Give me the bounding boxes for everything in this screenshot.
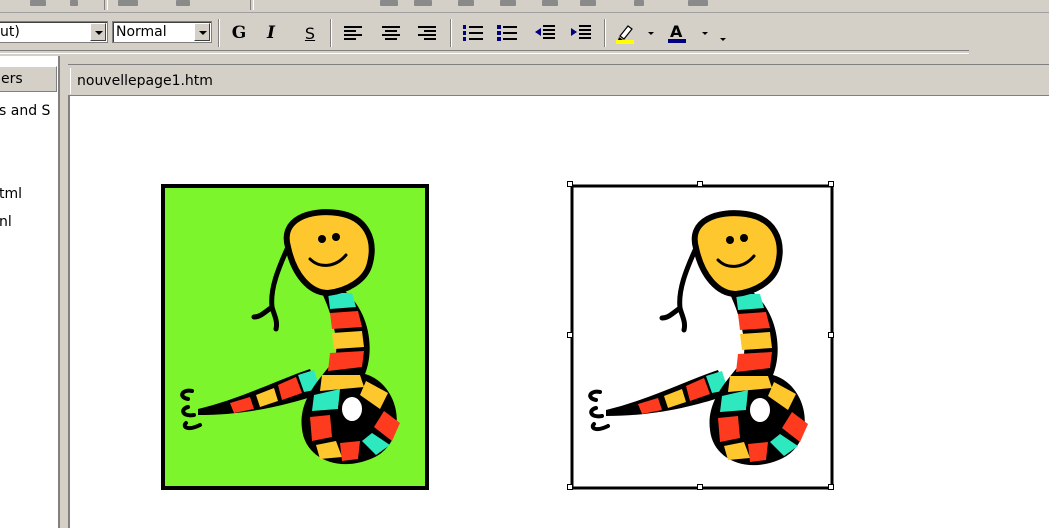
resize-handle[interactable]: [828, 484, 834, 490]
toolbar-icon[interactable]: [542, 0, 558, 6]
chevron-down-icon[interactable]: [702, 32, 708, 35]
resize-handle[interactable]: [697, 484, 703, 490]
standard-toolbar: [0, 0, 1049, 13]
align-center-icon: [382, 26, 400, 40]
style-select-value: Normal: [116, 24, 167, 40]
align-left-button[interactable]: [340, 20, 366, 46]
align-right-button[interactable]: [414, 20, 440, 46]
highlighter-icon: [616, 25, 634, 44]
chevron-down-icon[interactable]: [194, 23, 210, 41]
toolbar-icon[interactable]: [458, 0, 474, 6]
folder-list-panel: ers s and S tml nl: [0, 56, 60, 528]
align-right-icon: [418, 26, 436, 40]
decrease-indent-icon: [535, 25, 555, 39]
toolbar-icon[interactable]: [500, 0, 516, 6]
toolbar-icon[interactable]: [118, 0, 138, 6]
align-left-icon: [344, 26, 362, 40]
decrease-indent-button[interactable]: [532, 20, 558, 46]
toolbar-icon[interactable]: [30, 0, 46, 6]
resize-handle[interactable]: [828, 181, 834, 187]
resize-handle[interactable]: [828, 332, 834, 338]
toolbar-icon[interactable]: [70, 0, 78, 6]
strikethrough-button[interactable]: S: [297, 20, 323, 46]
list-item[interactable]: s and S: [0, 103, 50, 119]
numbered-list-icon: [463, 25, 483, 41]
document-tab-bar: nouvellepage1.htm: [68, 64, 1049, 94]
highlight-button[interactable]: [612, 20, 638, 46]
toolbar-icon[interactable]: [634, 0, 644, 6]
toolbar-icon[interactable]: [580, 0, 596, 6]
folder-list-header-label: ers: [1, 71, 23, 87]
snake-picture-green[interactable]: [160, 183, 430, 491]
font-color-button[interactable]: A: [664, 20, 690, 46]
increase-indent-icon: [571, 25, 591, 39]
numbered-list-button[interactable]: [460, 20, 486, 46]
list-item[interactable]: nl: [0, 214, 12, 230]
font-select[interactable]: ut): [0, 21, 108, 43]
document-canvas[interactable]: [68, 95, 1049, 528]
panel-splitter[interactable]: [60, 56, 68, 528]
font-color-icon: A: [668, 22, 686, 43]
folder-list-header[interactable]: ers: [0, 66, 57, 92]
resize-handle[interactable]: [697, 181, 703, 187]
style-select[interactable]: Normal: [112, 21, 212, 43]
italic-button[interactable]: I: [258, 20, 284, 46]
font-select-value: ut): [0, 24, 20, 40]
chevron-down-icon[interactable]: [648, 32, 654, 35]
snake-picture-transparent[interactable]: [570, 184, 834, 490]
toolbar-icon[interactable]: [380, 0, 398, 6]
resize-handle[interactable]: [567, 332, 573, 338]
toolbar-icon[interactable]: [688, 0, 708, 6]
resize-handle[interactable]: [567, 484, 573, 490]
bulleted-list-icon: [497, 25, 517, 41]
toolbar-icon[interactable]: [414, 0, 432, 6]
chevron-down-icon[interactable]: [90, 23, 106, 41]
increase-indent-button[interactable]: [568, 20, 594, 46]
bulleted-list-button[interactable]: [494, 20, 520, 46]
svg-text:A: A: [670, 22, 683, 41]
bold-button[interactable]: G: [226, 20, 252, 46]
tab-document[interactable]: nouvellepage1.htm: [70, 68, 219, 94]
list-item[interactable]: tml: [0, 186, 22, 202]
toolbar-options-icon[interactable]: [720, 38, 726, 41]
resize-handle[interactable]: [567, 181, 573, 187]
align-center-button[interactable]: [378, 20, 404, 46]
formatting-toolbar: ut) Normal G I S A: [0, 13, 1049, 54]
toolbar-icon[interactable]: [176, 0, 190, 6]
